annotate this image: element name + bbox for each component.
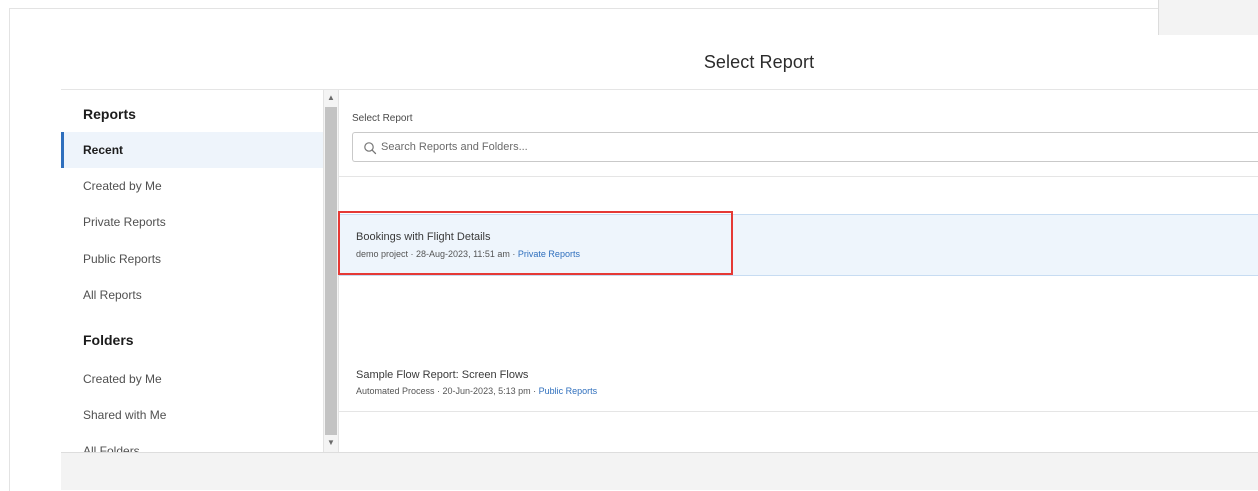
report-meta-details: demo project · 28-Aug-2023, 11:51 am · xyxy=(356,249,518,259)
sidebar-item-private-reports[interactable]: Private Reports xyxy=(61,204,323,240)
background-panel-corner xyxy=(1158,0,1258,35)
sidebar-item-created-by-me[interactable]: Created by Me xyxy=(61,168,323,204)
modal-footer xyxy=(61,452,1258,490)
sidebar-item-label: Shared with Me xyxy=(83,408,167,422)
report-folder-link[interactable]: Public Reports xyxy=(539,386,598,396)
sidebar-item-shared-with-me[interactable]: Shared with Me xyxy=(61,397,323,433)
report-name: Sample Flow Report: Screen Flows xyxy=(356,369,529,381)
sidebar-item-recent[interactable]: Recent xyxy=(61,132,323,168)
select-report-label: Select Report xyxy=(352,113,413,124)
modal-backdrop: Select Report Reports Recent Created by … xyxy=(0,0,1258,491)
search-icon xyxy=(364,142,377,155)
sidebar-item-label: Public Reports xyxy=(83,252,162,266)
scrollbar-thumb[interactable] xyxy=(325,107,337,435)
sidebar: Reports Recent Created by Me Private Rep… xyxy=(61,90,323,452)
sidebar-item-label: All Reports xyxy=(83,288,142,302)
sidebar-item-label: Created by Me xyxy=(83,372,162,386)
scroll-up-arrow-icon[interactable]: ▲ xyxy=(324,91,338,105)
modal-title: Select Report xyxy=(703,52,815,72)
sidebar-heading-reports: Reports xyxy=(83,106,136,122)
search-input[interactable] xyxy=(381,137,1241,157)
report-meta: demo project · 28-Aug-2023, 11:51 am · P… xyxy=(356,249,580,259)
scroll-down-arrow-icon[interactable]: ▼ xyxy=(324,436,338,450)
sidebar-item-all-reports[interactable]: All Reports xyxy=(61,277,323,313)
sidebar-item-label: Private Reports xyxy=(83,215,166,229)
sidebar-heading-folders: Folders xyxy=(83,332,134,348)
report-meta: Automated Process · 20-Jun-2023, 5:13 pm… xyxy=(356,386,597,396)
sidebar-item-public-reports[interactable]: Public Reports xyxy=(61,241,323,277)
sidebar-scrollbar[interactable]: ▲ ▼ xyxy=(323,90,339,452)
sidebar-item-label: Created by Me xyxy=(83,179,162,193)
report-row-sample-flow-report[interactable]: Sample Flow Report: Screen Flows Automat… xyxy=(339,360,1258,412)
sidebar-item-label: Recent xyxy=(83,143,124,157)
list-divider xyxy=(339,176,1258,177)
report-row-bookings-with-flight-details[interactable]: Bookings with Flight Details demo projec… xyxy=(339,214,1258,276)
report-name: Bookings with Flight Details xyxy=(356,231,491,243)
report-picker-main: Select Report Bookings with Flight Detai… xyxy=(339,90,1258,452)
sidebar-item-folders-created-by-me[interactable]: Created by Me xyxy=(61,361,323,397)
sidebar-item-label: All Folders xyxy=(83,444,140,452)
search-box[interactable] xyxy=(352,132,1258,162)
report-meta-details: Automated Process · 20-Jun-2023, 5:13 pm… xyxy=(356,386,539,396)
report-folder-link[interactable]: Private Reports xyxy=(518,249,580,259)
sidebar-item-all-folders[interactable]: All Folders xyxy=(61,433,323,452)
